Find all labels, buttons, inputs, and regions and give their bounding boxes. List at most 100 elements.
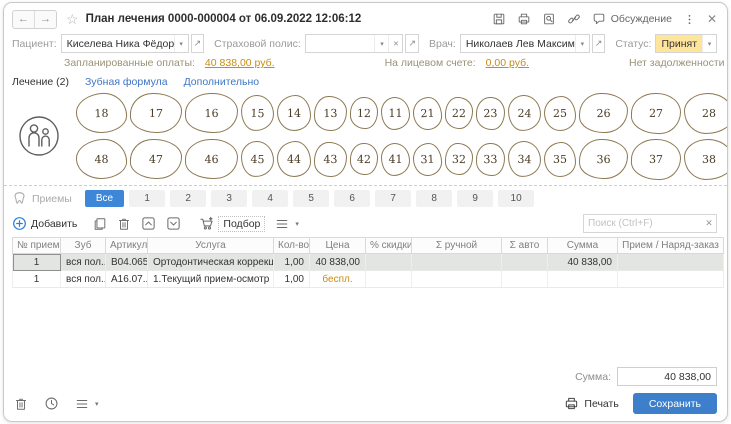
search-clear-icon[interactable]: ✕ (702, 218, 716, 229)
tooth-15[interactable]: 15 (240, 94, 275, 132)
print-icon[interactable] (517, 12, 531, 26)
planned-payments-link[interactable]: 40 838,00 руб. (205, 57, 275, 69)
account-balance-link[interactable]: 0,00 руб. (486, 57, 529, 69)
column-header[interactable]: Артикул (105, 237, 148, 254)
appointment-chip-4[interactable]: 4 (252, 190, 289, 207)
appointment-chip-6[interactable]: 6 (334, 190, 371, 207)
tooth-47[interactable]: 47 (129, 138, 183, 180)
column-header[interactable]: Сумма (547, 237, 618, 254)
appointment-chip-1[interactable]: 1 (129, 190, 166, 207)
policy-clear-icon[interactable]: ✕ (388, 35, 402, 52)
doctor-open-icon[interactable]: ↗ (591, 34, 606, 53)
delete-row-icon[interactable] (117, 217, 131, 231)
table-row[interactable]: 1вся пол...А16.07....1.Текущий прием-осм… (12, 270, 724, 288)
column-header[interactable]: % скидки (365, 237, 412, 254)
move-down-icon[interactable] (166, 216, 181, 231)
column-header[interactable]: № приема (12, 237, 61, 254)
tooth-12[interactable]: 12 (349, 96, 379, 130)
tooth-22[interactable]: 22 (444, 96, 474, 130)
tooth-16[interactable]: 16 (184, 92, 239, 134)
doctor-field[interactable]: Николаев Лев Максимович ▾ (459, 34, 590, 53)
tooth-21[interactable]: 21 (412, 96, 443, 130)
tooth-45[interactable]: 45 (240, 140, 275, 178)
tooth-37[interactable]: 37 (630, 138, 682, 180)
save-button[interactable]: Сохранить (632, 393, 717, 414)
tooth-25[interactable]: 25 (544, 95, 576, 131)
tooth-43[interactable]: 43 (313, 141, 348, 177)
close-icon[interactable]: ✕ (707, 12, 717, 26)
copy-row-icon[interactable] (93, 217, 107, 231)
tooth-33[interactable]: 33 (475, 142, 506, 176)
delete-plan-icon[interactable] (14, 397, 28, 411)
tooth-44[interactable]: 44 (277, 141, 311, 177)
patient-open-icon[interactable]: ↗ (190, 34, 205, 53)
tab-treatment[interactable]: Лечение (2) (12, 76, 69, 88)
planned-payments-label: Запланированные оплаты: (64, 57, 195, 69)
tab-additional[interactable]: Дополнительно (184, 76, 260, 88)
tooth-42[interactable]: 42 (349, 142, 379, 176)
column-header[interactable]: Зуб (60, 237, 106, 254)
column-header[interactable]: Цена (309, 237, 366, 254)
tooth-41[interactable]: 41 (381, 142, 410, 176)
bottom-more-menu-icon[interactable]: ▾ (75, 397, 99, 411)
appointment-chip-5[interactable]: 5 (293, 190, 330, 207)
patient-field[interactable]: Киселева Ника Фёдоровна ▾ (60, 34, 189, 53)
status-dropdown-icon[interactable]: ▾ (702, 35, 716, 52)
tooth-36[interactable]: 36 (578, 138, 629, 180)
pick-services-button[interactable]: Подбор (199, 215, 266, 232)
discussion-icon[interactable] (592, 12, 606, 26)
column-header[interactable]: Прием / Наряд-заказ (617, 237, 724, 254)
more-commands-icon[interactable]: ▾ (275, 217, 299, 231)
tooth-18[interactable]: 18 (75, 92, 128, 134)
column-header[interactable]: Σ ручной (411, 237, 502, 254)
table-row[interactable]: 1вся пол...В04.065...Ортодонтическая кор… (12, 253, 724, 271)
save-icon[interactable] (492, 12, 506, 26)
doctor-dropdown-icon[interactable]: ▾ (574, 35, 589, 52)
preview-icon[interactable] (542, 12, 556, 26)
tooth-31[interactable]: 31 (412, 142, 443, 176)
forward-button[interactable]: → (35, 11, 56, 28)
tooth-26[interactable]: 26 (578, 92, 629, 134)
tooth-27[interactable]: 27 (630, 92, 682, 134)
column-header[interactable]: Кол-во (273, 237, 310, 254)
appointment-chip-8[interactable]: 8 (416, 190, 453, 207)
appointment-chip-9[interactable]: 9 (457, 190, 494, 207)
policy-open-icon[interactable]: ↗ (405, 34, 419, 53)
tooth-11[interactable]: 11 (381, 96, 410, 130)
tooth-13[interactable]: 13 (313, 95, 348, 131)
history-icon[interactable] (44, 396, 59, 411)
policy-dropdown-icon[interactable]: ▾ (374, 35, 388, 52)
tooth-34[interactable]: 34 (507, 140, 542, 178)
column-header[interactable]: Услуга (147, 237, 274, 254)
patient-age-type-icon[interactable] (18, 115, 60, 157)
appointment-chip-Все[interactable]: Все (84, 190, 125, 207)
policy-field[interactable]: ▾ ✕ (304, 34, 404, 53)
link-icon[interactable] (567, 12, 581, 26)
search-input[interactable] (584, 218, 702, 229)
tooth-17[interactable]: 17 (129, 92, 183, 134)
appointment-chip-7[interactable]: 7 (375, 190, 412, 207)
tooth-32[interactable]: 32 (444, 142, 474, 176)
tooth-38[interactable]: 38 (684, 138, 727, 180)
appointment-chip-10[interactable]: 10 (498, 190, 535, 207)
patient-dropdown-icon[interactable]: ▾ (173, 35, 188, 52)
discussion-label[interactable]: Обсуждение (611, 13, 672, 25)
move-up-icon[interactable] (141, 216, 156, 231)
add-button[interactable]: Добавить (12, 216, 77, 231)
column-header[interactable]: Σ авто (501, 237, 548, 254)
tab-dental-formula[interactable]: Зубная формула (85, 76, 168, 88)
appointment-chip-3[interactable]: 3 (211, 190, 248, 207)
tooth-48[interactable]: 48 (75, 138, 128, 180)
tooth-24[interactable]: 24 (507, 94, 542, 132)
favorite-star-icon[interactable]: ☆ (66, 11, 79, 28)
print-button[interactable]: Печать (564, 396, 619, 411)
appointment-chip-2[interactable]: 2 (170, 190, 207, 207)
tooth-23[interactable]: 23 (475, 96, 506, 130)
tooth-35[interactable]: 35 (544, 141, 576, 177)
tooth-28[interactable]: 28 (684, 92, 727, 134)
tooth-14[interactable]: 14 (277, 95, 311, 131)
more-menu-icon[interactable] (683, 13, 696, 26)
status-field[interactable]: Принят ▾ (655, 34, 717, 53)
back-button[interactable]: ← (13, 10, 35, 28)
tooth-46[interactable]: 46 (184, 138, 239, 180)
